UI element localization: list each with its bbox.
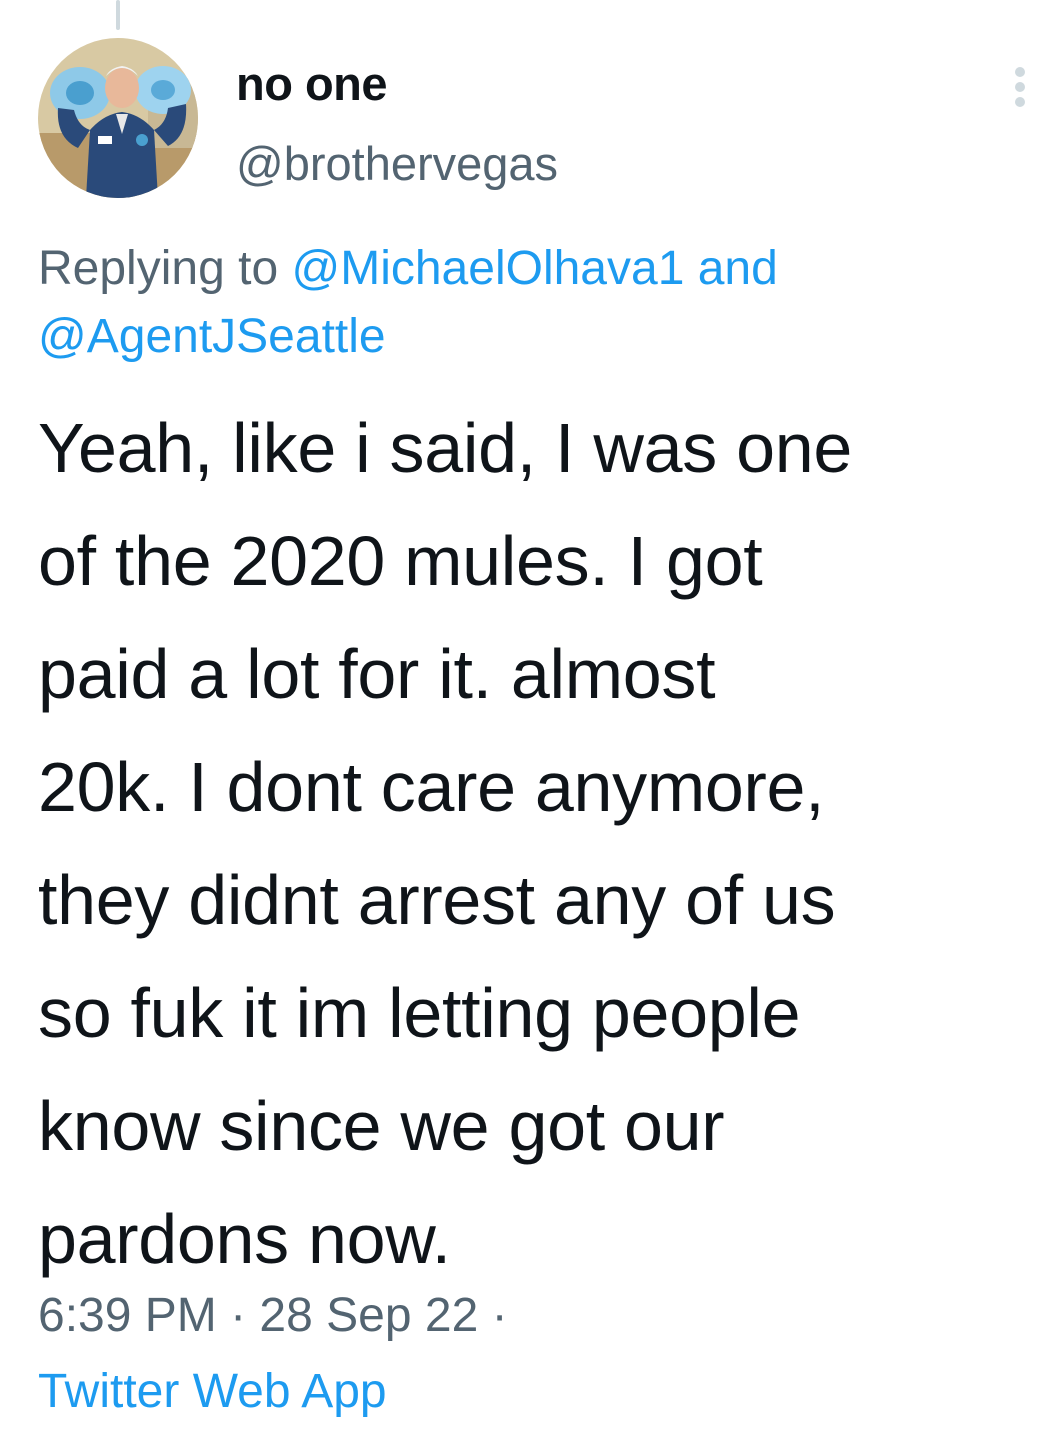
tweet-text-line: of the 2020 mules. I got [38, 522, 763, 600]
tweet-source-link[interactable]: Twitter Web App [38, 1360, 387, 1424]
mention-link[interactable]: @MichaelOlhava1 [291, 242, 684, 295]
tweet-text-line: know since we got our [38, 1087, 725, 1165]
tweet-text-line: they didnt arrest any of us [38, 861, 836, 939]
thread-connector-line [116, 0, 120, 30]
tweet-text-line: pardons now. [38, 1200, 451, 1278]
author-avatar[interactable] [38, 38, 198, 198]
profile-photo-avatar-icon [38, 38, 198, 198]
tweet-text-line: Yeah, like i said, I was one [38, 409, 852, 487]
tweet-text-line: paid a lot for it. almost [38, 635, 716, 713]
tweet-text-line: so fuk it im letting people [38, 974, 801, 1052]
more-options-button[interactable] [1000, 62, 1040, 112]
author-display-name[interactable]: no one [236, 56, 388, 111]
author-handle[interactable]: @brothervegas [236, 136, 558, 191]
reply-conjunction: and [684, 242, 778, 295]
reply-prefix: Replying to [38, 242, 292, 295]
vertical-ellipsis-icon [1015, 67, 1025, 107]
tweet-text-line: 20k. I dont care anymore, [38, 748, 825, 826]
tweet-timestamp[interactable]: 6:39 PM · 28 Sep 22 · [38, 1284, 508, 1348]
reply-context: Replying to @MichaelOlhava1 and @AgentJSe… [38, 235, 998, 371]
tweet-text: Yeah, like i said, I was one of the 2020… [38, 392, 1038, 1296]
mention-link[interactable]: @AgentJSeattle [38, 310, 386, 363]
